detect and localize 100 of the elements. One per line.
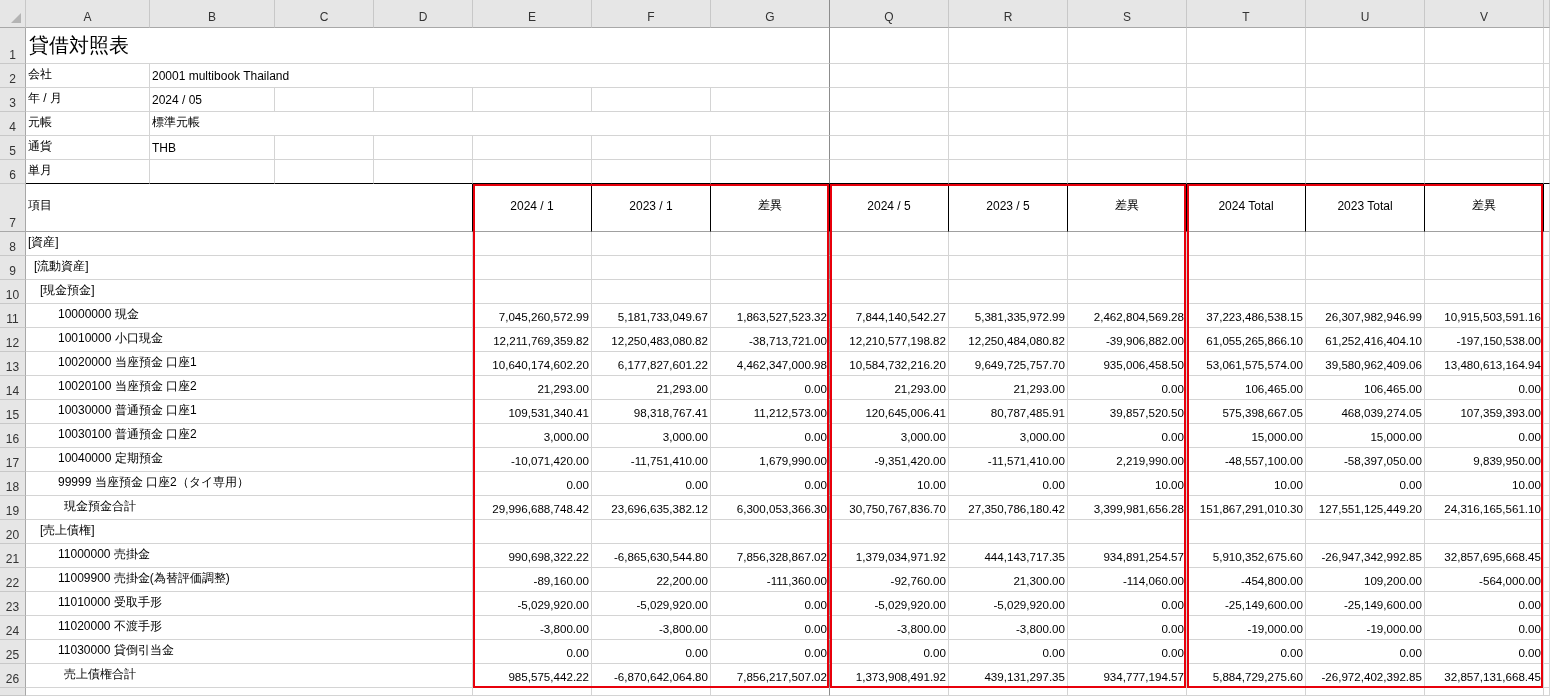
column-header[interactable]: A [26, 0, 150, 28]
column-heading: 差異 [1425, 184, 1544, 232]
row-header[interactable]: 8 [0, 232, 26, 256]
row-header[interactable]: 12 [0, 328, 26, 352]
table-cell: -92,760.00 [830, 568, 949, 592]
table-cell: 0.00 [1068, 640, 1187, 664]
row-header[interactable]: 16 [0, 424, 26, 448]
table-cell: 3,000.00 [949, 424, 1068, 448]
table-cell: 80,787,485.91 [949, 400, 1068, 424]
column-header[interactable]: Q [830, 0, 949, 28]
row-header[interactable]: 23 [0, 592, 26, 616]
row-header[interactable]: 20 [0, 520, 26, 544]
table-cell: 61,252,416,404.10 [1306, 328, 1425, 352]
table-cell: -10,071,420.00 [473, 448, 592, 472]
total-label: 売上債権合計 [26, 664, 473, 688]
table-cell: 27,350,786,180.42 [949, 496, 1068, 520]
table-cell: 0.00 [1068, 376, 1187, 400]
table-cell: -58,397,050.00 [1306, 448, 1425, 472]
field-label: 会社 [26, 64, 150, 88]
field-value: THB [150, 136, 275, 160]
table-cell: 12,250,484,080.82 [949, 328, 1068, 352]
column-header[interactable]: V [1425, 0, 1544, 28]
row-header[interactable]: 2 [0, 64, 26, 88]
row-header[interactable]: 17 [0, 448, 26, 472]
column-header[interactable]: S [1068, 0, 1187, 28]
table-cell: 575,398,667.05 [1187, 400, 1306, 424]
table-cell: 6,300,053,366.30 [711, 496, 830, 520]
select-all-icon[interactable] [10, 13, 21, 23]
table-cell: 10.00 [1187, 472, 1306, 496]
column-header[interactable]: U [1306, 0, 1425, 28]
table-cell: 0.00 [711, 616, 830, 640]
row-header[interactable]: 26 [0, 664, 26, 688]
table-cell: 10,584,732,216.20 [830, 352, 949, 376]
table-cell: -25,149,600.00 [1187, 592, 1306, 616]
table-cell: 3,000.00 [830, 424, 949, 448]
table-cell: -3,800.00 [592, 616, 711, 640]
table-cell: 13,480,613,164.94 [1425, 352, 1544, 376]
row-header[interactable]: 25 [0, 640, 26, 664]
field-label: 年 / 月 [26, 88, 150, 112]
column-header[interactable]: C [275, 0, 374, 28]
account-label: 10020100 当座預金 口座2 [26, 376, 473, 400]
table-cell: 5,910,352,675.60 [1187, 544, 1306, 568]
table-cell: 0.00 [1425, 424, 1544, 448]
field-value: 標準元帳 [150, 112, 830, 136]
row-header[interactable]: 13 [0, 352, 26, 376]
column-header[interactable]: F [592, 0, 711, 28]
row-header[interactable]: 10 [0, 280, 26, 304]
row-header[interactable]: 14 [0, 376, 26, 400]
row-header[interactable]: 5 [0, 136, 26, 160]
table-cell: 12,210,577,198.82 [830, 328, 949, 352]
row-header[interactable]: 24 [0, 616, 26, 640]
row-header[interactable]: 7 [0, 184, 26, 232]
row-header[interactable]: 18 [0, 472, 26, 496]
column-heading: 2023 / 5 [949, 184, 1068, 232]
column-header[interactable]: T [1187, 0, 1306, 28]
column-header[interactable]: E [473, 0, 592, 28]
table-cell: 21,293.00 [830, 376, 949, 400]
table-cell: 107,359,393.00 [1425, 400, 1544, 424]
table-cell: -3,800.00 [473, 616, 592, 640]
column-header[interactable]: R [949, 0, 1068, 28]
table-cell: -3,800.00 [830, 616, 949, 640]
table-cell: 21,293.00 [473, 376, 592, 400]
account-label: 11020000 不渡手形 [26, 616, 473, 640]
row-header[interactable]: 21 [0, 544, 26, 568]
table-cell: 106,465.00 [1306, 376, 1425, 400]
table-cell: 1,863,527,523.32 [711, 304, 830, 328]
table-cell: 1,679,990.00 [711, 448, 830, 472]
table-cell: 30,750,767,836.70 [830, 496, 949, 520]
row-header[interactable]: 3 [0, 88, 26, 112]
row-header[interactable]: 4 [0, 112, 26, 136]
table-cell: 10.00 [830, 472, 949, 496]
column-header[interactable]: D [374, 0, 473, 28]
table-cell: 0.00 [1425, 592, 1544, 616]
row-header[interactable]: 1 [0, 28, 26, 64]
table-cell: 2,462,804,569.28 [1068, 304, 1187, 328]
table-cell: -114,060.00 [1068, 568, 1187, 592]
row-header[interactable]: 11 [0, 304, 26, 328]
row-header[interactable]: 19 [0, 496, 26, 520]
table-cell: 935,006,458.50 [1068, 352, 1187, 376]
row-header[interactable]: 15 [0, 400, 26, 424]
account-label: 10010000 小口現金 [26, 328, 473, 352]
row-header[interactable] [0, 688, 26, 696]
table-cell: 0.00 [473, 640, 592, 664]
row-header[interactable]: 6 [0, 160, 26, 184]
table-cell: -197,150,538.00 [1425, 328, 1544, 352]
table-cell: 109,200.00 [1306, 568, 1425, 592]
column-header[interactable]: G [711, 0, 830, 28]
table-cell: 109,531,340.41 [473, 400, 592, 424]
account-label: 10000000 現金 [26, 304, 473, 328]
table-cell: -3,800.00 [949, 616, 1068, 640]
row-header[interactable]: 22 [0, 568, 26, 592]
row-header[interactable]: 9 [0, 256, 26, 280]
column-header[interactable]: B [150, 0, 275, 28]
table-cell: -5,029,920.00 [949, 592, 1068, 616]
table-cell: 0.00 [711, 424, 830, 448]
table-cell: 10,640,174,602.20 [473, 352, 592, 376]
table-cell: 26,307,982,946.99 [1306, 304, 1425, 328]
table-cell: -38,713,721.00 [711, 328, 830, 352]
table-cell: 934,891,254.57 [1068, 544, 1187, 568]
table-cell: 23,696,635,382.12 [592, 496, 711, 520]
